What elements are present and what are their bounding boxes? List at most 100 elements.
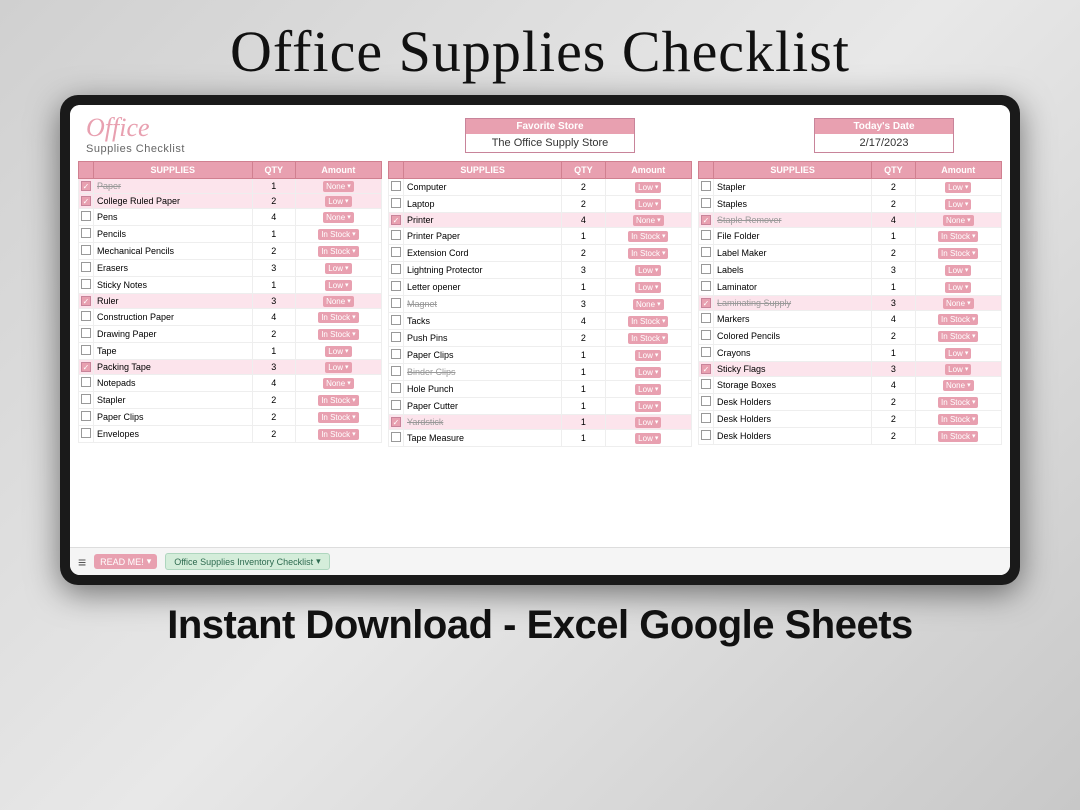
row-checkbox[interactable] [79,294,94,309]
amount-cell[interactable]: None▾ [915,213,1001,228]
row-checkbox[interactable] [389,262,404,279]
amount-cell[interactable]: In Stock▾ [915,394,1001,411]
row-checkbox[interactable] [79,409,94,426]
row-checkbox[interactable] [389,296,404,313]
row-checkbox[interactable] [699,311,714,328]
row-checkbox[interactable] [389,430,404,447]
amount-cell[interactable]: None▾ [915,296,1001,311]
row-checkbox[interactable] [79,194,94,209]
hamburger-icon[interactable]: ≡ [78,554,86,570]
amount-cell[interactable]: In Stock▾ [915,328,1001,345]
row-checkbox[interactable] [79,343,94,360]
amount-cell[interactable]: Low▾ [605,262,691,279]
row-checkbox[interactable] [79,309,94,326]
amount-cell[interactable]: In Stock▾ [605,330,691,347]
row-checkbox[interactable] [389,381,404,398]
amount-cell[interactable]: In Stock▾ [295,226,381,243]
row-checkbox[interactable] [699,411,714,428]
row-checkbox[interactable] [699,262,714,279]
row-checkbox[interactable] [79,326,94,343]
amount-cell[interactable]: Low▾ [295,260,381,277]
amount-cell[interactable]: Low▾ [605,279,691,296]
amount-cell[interactable]: Low▾ [605,398,691,415]
row-checkbox[interactable] [389,213,404,228]
row-checkbox[interactable] [699,245,714,262]
amount-cell[interactable]: Low▾ [605,415,691,430]
amount-cell[interactable]: In Stock▾ [915,311,1001,328]
amount-cell[interactable]: In Stock▾ [605,228,691,245]
item-name: Desk Holders [714,428,872,445]
amount-cell[interactable]: None▾ [605,213,691,228]
row-checkbox[interactable] [79,277,94,294]
active-tab[interactable]: Office Supplies Inventory Checklist ▾ [165,553,329,570]
amount-cell[interactable]: In Stock▾ [915,245,1001,262]
row-checkbox[interactable] [389,228,404,245]
amount-cell[interactable]: In Stock▾ [295,309,381,326]
row-checkbox[interactable] [699,377,714,394]
amount-cell[interactable]: Low▾ [915,262,1001,279]
amount-cell[interactable]: None▾ [295,294,381,309]
amount-cell[interactable]: Low▾ [295,343,381,360]
amount-cell[interactable]: None▾ [295,209,381,226]
amount-cell[interactable]: None▾ [915,377,1001,394]
amount-cell[interactable]: Low▾ [295,194,381,209]
amount-cell[interactable]: In Stock▾ [295,243,381,260]
row-checkbox[interactable] [79,226,94,243]
amount-cell[interactable]: Low▾ [605,364,691,381]
amount-cell[interactable]: In Stock▾ [295,426,381,443]
row-checkbox[interactable] [79,360,94,375]
row-checkbox[interactable] [699,428,714,445]
amount-cell[interactable]: Low▾ [605,347,691,364]
amount-cell[interactable]: In Stock▾ [295,326,381,343]
row-checkbox[interactable] [389,279,404,296]
amount-cell[interactable]: Low▾ [915,279,1001,296]
row-checkbox[interactable] [79,260,94,277]
row-checkbox[interactable] [389,347,404,364]
amount-cell[interactable]: None▾ [605,296,691,313]
row-checkbox[interactable] [389,330,404,347]
amount-cell[interactable]: Low▾ [605,179,691,196]
amount-cell[interactable]: Low▾ [915,362,1001,377]
row-checkbox[interactable] [699,213,714,228]
row-checkbox[interactable] [389,415,404,430]
amount-cell[interactable]: None▾ [295,179,381,194]
amount-cell[interactable]: Low▾ [605,430,691,447]
amount-cell[interactable]: Low▾ [605,381,691,398]
amount-cell[interactable]: Low▾ [295,360,381,375]
amount-cell[interactable]: In Stock▾ [605,313,691,330]
amount-cell[interactable]: Low▾ [295,277,381,294]
row-checkbox[interactable] [79,375,94,392]
row-checkbox[interactable] [699,296,714,311]
row-checkbox[interactable] [79,179,94,194]
row-checkbox[interactable] [699,362,714,377]
amount-cell[interactable]: Low▾ [915,345,1001,362]
amount-cell[interactable]: In Stock▾ [915,428,1001,445]
amount-cell[interactable]: Low▾ [605,196,691,213]
read-me-tab[interactable]: READ ME! ▾ [94,554,157,569]
amount-cell[interactable]: In Stock▾ [295,409,381,426]
row-checkbox[interactable] [699,179,714,196]
amount-cell[interactable]: None▾ [295,375,381,392]
row-checkbox[interactable] [389,196,404,213]
amount-cell[interactable]: In Stock▾ [915,411,1001,428]
amount-cell[interactable]: Low▾ [915,196,1001,213]
row-checkbox[interactable] [699,328,714,345]
amount-cell[interactable]: In Stock▾ [605,245,691,262]
amount-cell[interactable]: Low▾ [915,179,1001,196]
row-checkbox[interactable] [389,179,404,196]
row-checkbox[interactable] [79,392,94,409]
row-checkbox[interactable] [389,245,404,262]
row-checkbox[interactable] [389,398,404,415]
row-checkbox[interactable] [699,345,714,362]
row-checkbox[interactable] [389,313,404,330]
row-checkbox[interactable] [699,228,714,245]
row-checkbox[interactable] [699,394,714,411]
amount-cell[interactable]: In Stock▾ [295,392,381,409]
row-checkbox[interactable] [699,196,714,213]
row-checkbox[interactable] [79,243,94,260]
amount-cell[interactable]: In Stock▾ [915,228,1001,245]
row-checkbox[interactable] [79,426,94,443]
row-checkbox[interactable] [79,209,94,226]
row-checkbox[interactable] [389,364,404,381]
row-checkbox[interactable] [699,279,714,296]
